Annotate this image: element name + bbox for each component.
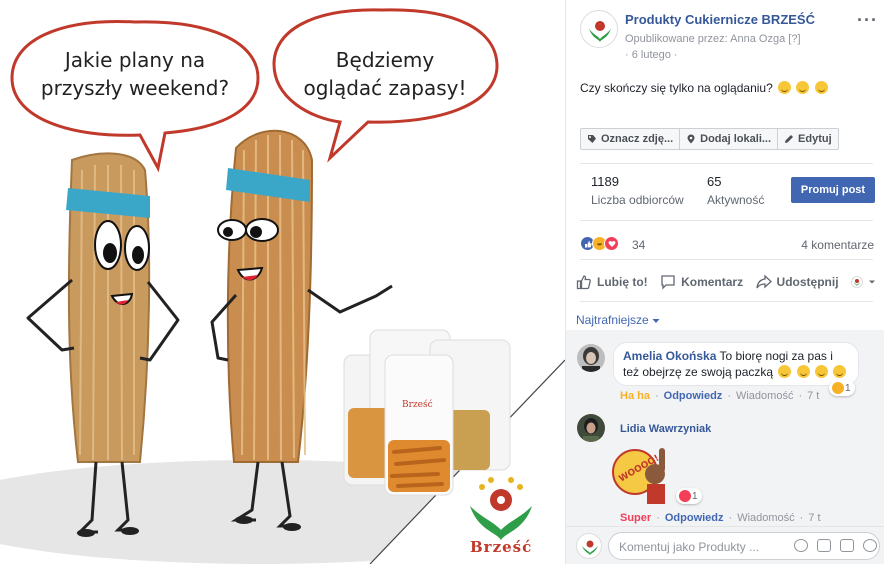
comment-reaction-label[interactable]: Ha ha xyxy=(620,390,650,402)
post-side-panel: Produkty Cukiernicze BRZEŚĆ Opublikowane… xyxy=(565,0,884,564)
page-voice-avatar-icon xyxy=(850,276,863,288)
bubble-right-line-2: oglądać zapasy! xyxy=(303,76,467,100)
avatar[interactable] xyxy=(577,414,605,442)
location-pin-icon xyxy=(687,134,695,144)
reaction-icons[interactable] xyxy=(580,236,619,251)
pencil-icon xyxy=(785,135,794,143)
comment-reaction-badge[interactable]: 1 xyxy=(676,488,702,504)
share-arrow-icon xyxy=(755,274,772,289)
post-buttons-row: Lubię to! Komentarz Udostępnij xyxy=(576,274,876,290)
like-label: Lubię to! xyxy=(597,275,648,289)
post-text: Czy skończy się tylko na oglądaniu? xyxy=(580,81,828,95)
posted-by-line: Opublikowane przez: Anna Ozga [?] xyxy=(625,33,801,45)
love-reaction-icon xyxy=(604,236,619,251)
tag-photo-label: Oznacz zdję... xyxy=(601,133,674,145)
comment-button[interactable]: Komentarz xyxy=(660,274,743,290)
engagement-value: 65 xyxy=(707,174,722,189)
reach-value: 1189 xyxy=(591,174,619,189)
bubble-right-line-1: Będziemy xyxy=(335,48,435,72)
brand-logo-text: Brześć xyxy=(470,538,533,556)
like-button[interactable]: Lubię to! xyxy=(576,274,648,290)
edit-label: Edytuj xyxy=(798,133,832,145)
divider xyxy=(580,163,873,164)
comment-bubble: Amelia Okońska To biorę nogi za pas i te… xyxy=(613,342,859,386)
edit-button[interactable]: Edytuj xyxy=(778,129,838,149)
comments-sort-dropdown[interactable]: Najtrafniejsze xyxy=(576,313,660,327)
divider xyxy=(580,220,873,221)
package-brand-label: Brześć xyxy=(402,400,433,410)
comment-author-link[interactable]: Amelia Okońska xyxy=(623,349,716,363)
page-name-link[interactable]: Produkty Cukiernicze BRZEŚĆ xyxy=(625,12,815,27)
page-logo-icon xyxy=(582,540,598,555)
comment-time[interactable]: 7 t xyxy=(808,512,820,524)
avatar[interactable] xyxy=(576,533,602,559)
gif-icon[interactable] xyxy=(840,539,854,552)
tag-photo-button[interactable]: Oznacz zdję... xyxy=(581,129,681,149)
comment-meta: Super · Odpowiedz · Wiadomość · 7 t xyxy=(620,512,821,524)
tag-icon xyxy=(588,135,596,143)
bubble-left-line-2: przyszły weekend? xyxy=(40,76,230,100)
comment-meta: Ha ha · Odpowiedz · Wiadomość · 7 t xyxy=(620,390,820,402)
user-avatar-icon xyxy=(577,344,605,372)
reach-label[interactable]: Liczba odbiorców xyxy=(591,193,684,207)
user-avatar-icon xyxy=(577,414,605,442)
laughing-emoji-icon xyxy=(796,365,810,378)
posted-by-help-link[interactable]: [?] xyxy=(788,33,800,45)
composer-icons xyxy=(794,539,877,552)
laughing-emoji-icon xyxy=(815,365,829,378)
sticker-image[interactable]: WOOOO! xyxy=(611,442,673,506)
post-date-link[interactable]: · 6 lutego · xyxy=(625,49,678,61)
sticker-icon[interactable] xyxy=(863,539,877,552)
chevron-down-icon xyxy=(868,280,875,284)
comment-reaction-count: 1 xyxy=(845,382,851,394)
chevron-down-icon xyxy=(652,319,660,323)
laughing-emoji-icon xyxy=(833,365,847,378)
comment-author-link[interactable]: Lidia Wawrzyniak xyxy=(620,423,711,435)
reaction-count[interactable]: 34 xyxy=(632,238,645,252)
camera-icon[interactable] xyxy=(817,539,831,552)
emoji-icon[interactable] xyxy=(794,539,808,552)
avatar[interactable] xyxy=(577,344,605,372)
add-location-button[interactable]: Dodaj lokali... xyxy=(680,129,779,149)
post-image[interactable]: Jakie plany na przyszły weekend? Będziem… xyxy=(0,0,565,564)
love-reaction-icon xyxy=(678,489,692,503)
divider xyxy=(580,259,873,260)
reply-link[interactable]: Odpowiedz xyxy=(664,390,723,402)
comment-composer: Komentuj jako Produkty ... xyxy=(566,526,884,564)
photo-action-bar: Oznacz zdję... Dodaj lokali... Edytuj xyxy=(580,128,839,150)
share-button[interactable]: Udostępnij xyxy=(755,274,839,290)
comment-label: Komentarz xyxy=(681,275,744,289)
engagement-label[interactable]: Aktywność xyxy=(707,193,764,207)
sweat-smile-emoji-icon xyxy=(778,81,792,94)
promote-post-button[interactable]: Promuj post xyxy=(791,177,875,203)
bubble-left-line-1: Jakie plany na xyxy=(64,48,206,72)
product-packages xyxy=(343,329,511,496)
post-text-content: Czy skończy się tylko na oglądaniu? xyxy=(580,81,773,95)
laughing-emoji-icon xyxy=(778,365,792,378)
more-options-icon[interactable]: ··· xyxy=(857,10,878,31)
comments-count-link[interactable]: 4 komentarze xyxy=(801,238,874,252)
page-avatar[interactable] xyxy=(580,10,618,48)
posted-by-text: Opublikowane przez: Anna Ozga xyxy=(625,33,786,45)
page-voice-selector[interactable] xyxy=(850,274,876,290)
thumbs-up-icon xyxy=(576,275,591,290)
share-label: Udostępnij xyxy=(776,275,839,289)
comment-time[interactable]: 7 t xyxy=(807,390,819,402)
smile-emoji-icon xyxy=(814,81,828,94)
divider xyxy=(580,301,873,302)
comment-icon xyxy=(661,275,675,290)
speech-bubble-right-text: Będziemy oglądać zapasy! xyxy=(280,46,490,102)
comment-reaction-count: 1 xyxy=(692,490,698,502)
grin-emoji-icon xyxy=(796,81,810,94)
sort-label: Najtrafniejsze xyxy=(576,313,649,327)
speech-bubble-left-text: Jakie plany na przyszły weekend? xyxy=(30,46,240,102)
comment-reaction-badge[interactable]: 1 xyxy=(829,380,855,396)
message-link[interactable]: Wiadomość xyxy=(737,512,794,524)
page-logo-icon xyxy=(589,21,611,42)
message-link[interactable]: Wiadomość xyxy=(736,390,793,402)
reply-link[interactable]: Odpowiedz xyxy=(665,512,724,524)
add-location-label: Dodaj lokali... xyxy=(700,133,772,145)
comment-reaction-label[interactable]: Super xyxy=(620,512,651,524)
haha-reaction-icon xyxy=(831,381,845,395)
